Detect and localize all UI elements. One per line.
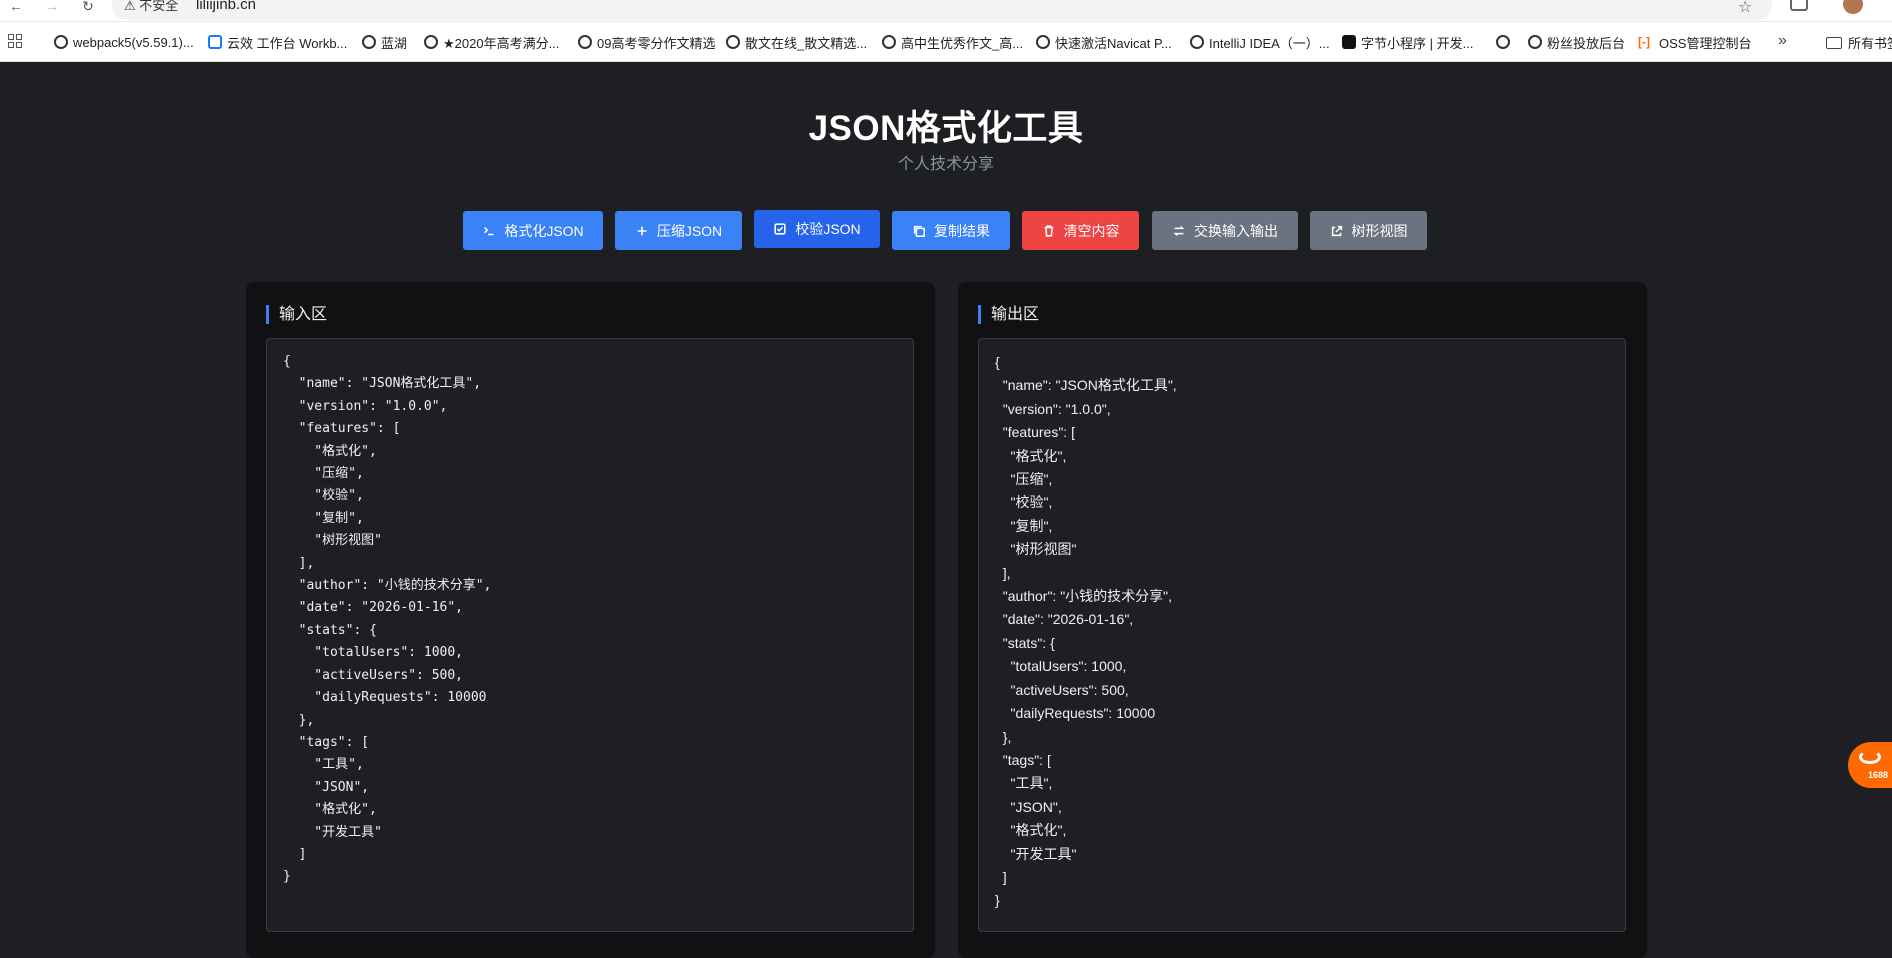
omnibox[interactable] bbox=[112, 0, 1772, 20]
json-input-textarea[interactable]: { "name": "JSON格式化工具", "version": "1.0.0… bbox=[266, 338, 914, 932]
bookmark-item[interactable]: webpack5(v5.59.1)... bbox=[54, 33, 194, 51]
bookmark-item[interactable]: 云效 工作台 Workb... bbox=[208, 33, 347, 51]
bookmark-item[interactable]: IntelliJ IDEA（一）... bbox=[1190, 33, 1330, 51]
check-square-icon bbox=[774, 223, 786, 235]
input-panel-heading: 输入区 bbox=[266, 305, 327, 324]
forward-icon[interactable]: → bbox=[42, 0, 62, 16]
bookmarks-bar: webpack5(v5.59.1)... 云效 工作台 Workb... 蓝湖 … bbox=[0, 22, 1892, 62]
globe-icon bbox=[1528, 35, 1542, 49]
input-panel: 输入区 { "name": "JSON格式化工具", "version": "1… bbox=[246, 282, 935, 958]
globe-icon bbox=[1190, 35, 1204, 49]
globe-icon bbox=[424, 35, 438, 49]
bookmark-item[interactable]: 蓝湖 bbox=[362, 33, 407, 51]
output-panel: 输出区 { "name": "JSON格式化工具", "version": "1… bbox=[958, 282, 1647, 958]
clear-content-button[interactable]: 清空内容 bbox=[1022, 211, 1139, 250]
profile-avatar[interactable] bbox=[1843, 0, 1863, 14]
tiktok-icon bbox=[1342, 35, 1356, 49]
bookmark-item[interactable]: 快速激活Navicat P... bbox=[1036, 33, 1172, 51]
bookmark-item[interactable]: 高中生优秀作文_高... bbox=[882, 33, 1023, 51]
yunxiao-icon bbox=[208, 35, 222, 49]
plus-icon bbox=[637, 226, 647, 235]
smile-logo-icon bbox=[1859, 750, 1881, 764]
swap-icon bbox=[1173, 225, 1185, 236]
security-warning[interactable]: ⚠ 不安全 bbox=[124, 0, 178, 13]
format-icon bbox=[484, 226, 494, 235]
trash-icon bbox=[1044, 224, 1053, 237]
bookmark-item[interactable]: [-] OSS管理控制台 bbox=[1638, 33, 1751, 51]
oss-icon: [-] bbox=[1638, 35, 1650, 49]
reload-icon[interactable]: ↻ bbox=[78, 0, 98, 16]
globe-icon bbox=[362, 35, 376, 49]
bookmark-item[interactable]: ★2020年高考满分... bbox=[424, 33, 559, 51]
globe-icon bbox=[54, 35, 68, 49]
toolbar: 格式化JSON 压缩JSON 校验JSON 复制结果 清空内容 交换输入输出 树… bbox=[0, 210, 1892, 251]
bookmark-item[interactable]: 09高考零分作文精选 bbox=[578, 33, 715, 51]
url-text[interactable]: liliijinb.cn bbox=[196, 0, 256, 12]
bookmarks-overflow-icon[interactable]: » bbox=[1778, 32, 1787, 50]
extensions-icon[interactable] bbox=[1790, 0, 1808, 11]
bookmark-item[interactable]: 字节小程序 | 开发... bbox=[1342, 33, 1473, 51]
globe-icon bbox=[1036, 35, 1050, 49]
json-output-area[interactable]: { "name": "JSON格式化工具", "version": "1.0.0… bbox=[978, 338, 1626, 932]
bookmark-item[interactable] bbox=[1496, 33, 1515, 51]
tree-view-button[interactable]: 树形视图 bbox=[1310, 211, 1427, 250]
folder-icon bbox=[1826, 36, 1842, 49]
format-json-button[interactable]: 格式化JSON bbox=[463, 211, 603, 250]
output-panel-heading: 输出区 bbox=[978, 305, 1039, 324]
all-bookmarks-folder[interactable]: 所有书签 bbox=[1826, 33, 1892, 52]
bookmark-item[interactable]: 散文在线_散文精选... bbox=[726, 33, 867, 51]
copy-icon bbox=[913, 225, 926, 237]
bookmark-star-icon[interactable]: ☆ bbox=[1738, 0, 1752, 17]
swap-input-output-button[interactable]: 交换输入输出 bbox=[1152, 211, 1298, 250]
external-link-icon bbox=[1331, 225, 1342, 236]
copy-result-button[interactable]: 复制结果 bbox=[892, 211, 1010, 250]
globe-icon bbox=[726, 35, 740, 49]
json-output-content: { "name": "JSON格式化工具", "version": "1.0.0… bbox=[995, 354, 1177, 909]
page-title: JSON格式化工具 bbox=[808, 109, 1084, 148]
bookmark-item[interactable]: 粉丝投放后台 bbox=[1528, 33, 1625, 51]
back-icon[interactable]: ← bbox=[6, 0, 26, 16]
globe-icon bbox=[1496, 35, 1510, 49]
page-subtitle: 个人技术分享 bbox=[897, 156, 994, 173]
security-label: 不安全 bbox=[139, 0, 179, 13]
validate-json-button[interactable]: 校验JSON bbox=[754, 210, 880, 248]
json-input-content: { "name": "JSON格式化工具", "version": "1.0.0… bbox=[283, 354, 492, 885]
browser-address-bar: ← → ↻ ⚠ 不安全 liliijinb.cn ☆ bbox=[0, 0, 1892, 22]
globe-icon bbox=[882, 35, 896, 49]
globe-icon bbox=[578, 35, 592, 49]
compress-json-button[interactable]: 压缩JSON bbox=[615, 211, 742, 250]
floating-1688-widget[interactable]: 1688 bbox=[1848, 742, 1892, 788]
apps-grid-icon[interactable] bbox=[8, 34, 22, 48]
